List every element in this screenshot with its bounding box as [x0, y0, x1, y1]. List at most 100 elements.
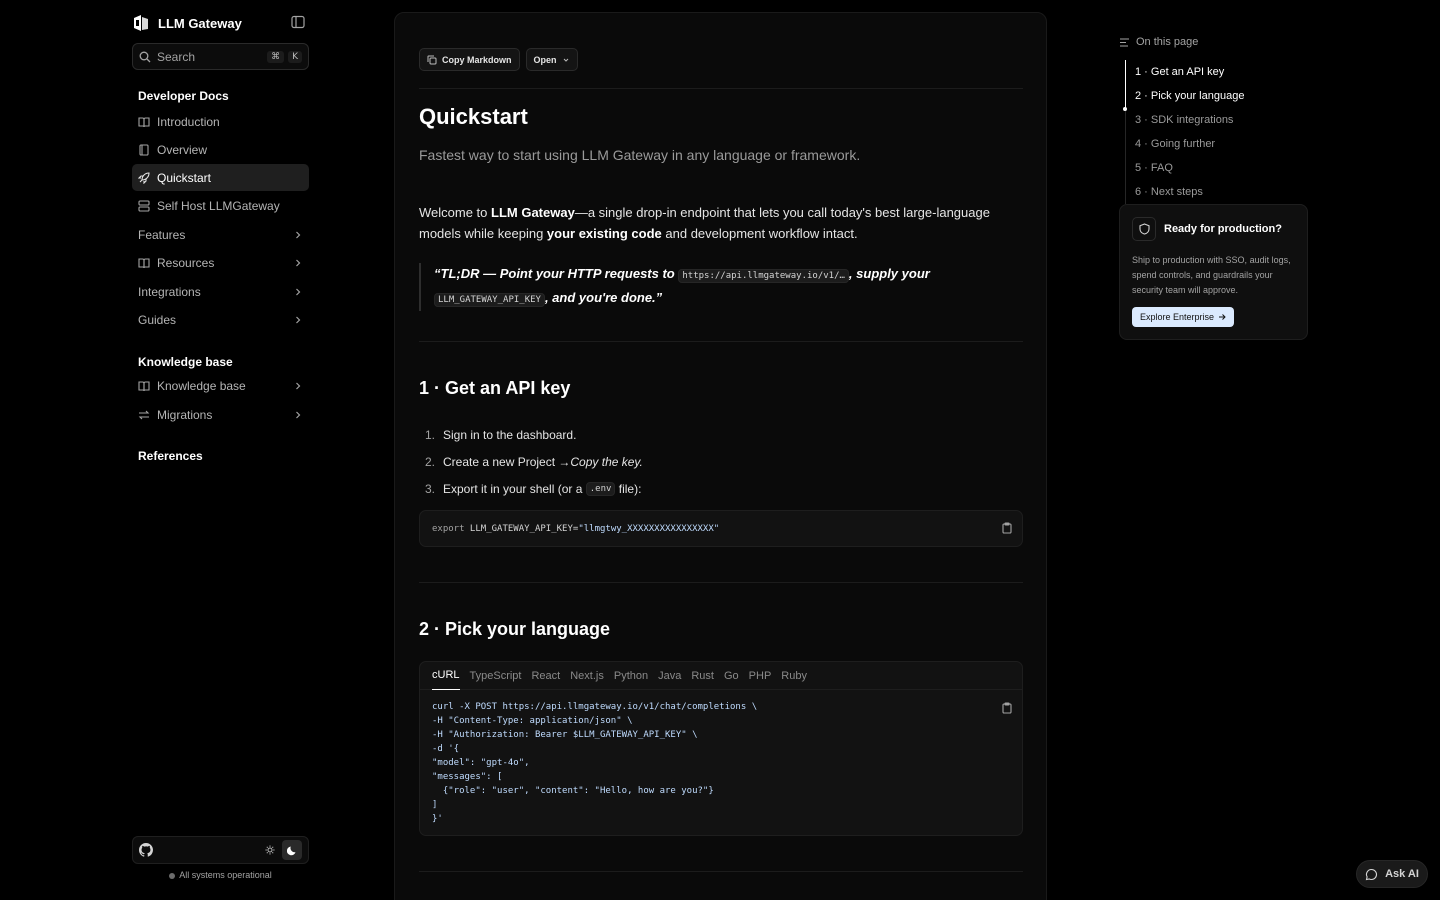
divider: [419, 341, 1023, 342]
sidebar-item-introduction[interactable]: Introduction: [132, 108, 309, 135]
step-number: 3.: [425, 481, 436, 496]
toc-item-pick-language[interactable]: 2 · Pick your language: [1126, 84, 1309, 108]
toc-item-sdk-integrations[interactable]: 3 · SDK integrations: [1126, 108, 1309, 132]
sidebar-item-label: Introduction: [157, 114, 220, 129]
sidebar-item-knowledge-base[interactable]: Knowledge base: [132, 372, 309, 399]
enterprise-title: Ready for production?: [1164, 223, 1282, 235]
step-number: 2.: [425, 454, 436, 469]
tab-python[interactable]: Python: [614, 662, 648, 690]
search-shortcut: ⌘ K: [267, 50, 302, 63]
divider: [419, 871, 1023, 872]
copy-markdown-button[interactable]: Copy Markdown: [419, 48, 520, 71]
enterprise-card-header: Ready for production?: [1132, 217, 1295, 241]
toc-item-api-key[interactable]: 1 · Get an API key: [1126, 60, 1309, 84]
quote-text: , supply your: [848, 266, 930, 281]
code-line: }': [432, 814, 443, 824]
inline-code-url: https://api.llmgateway.io/v1/…: [678, 269, 849, 283]
sidebar-item-features[interactable]: Features: [132, 221, 309, 248]
tldr-quote: “TL;DR — Point your HTTP requests to htt…: [419, 263, 1023, 311]
step-text: Create a new Project →: [443, 454, 571, 469]
code-line: "model": "gpt-4o",: [432, 758, 530, 768]
quote-text: “TL;DR — Point your HTTP requests to: [434, 266, 679, 281]
code-line: -H "Authorization: Bearer $LLM_GATEWAY_A…: [432, 730, 698, 740]
curl-code: curl -X POST https://api.llmgateway.io/v…: [420, 690, 1022, 836]
page-toolbar: Copy Markdown Open: [419, 48, 578, 71]
tab-go[interactable]: Go: [724, 662, 739, 690]
toc-item-faq[interactable]: 5 · FAQ: [1126, 156, 1309, 180]
tab-php[interactable]: PHP: [749, 662, 772, 690]
server-icon: [138, 199, 150, 212]
tab-rust[interactable]: Rust: [691, 662, 714, 690]
sidebar-item-quickstart[interactable]: Quickstart: [132, 164, 309, 191]
brand-name: LLM Gateway: [158, 15, 242, 31]
step-text: Sign in to the dashboard.: [443, 427, 577, 442]
sidebar-item-integrations[interactable]: Integrations: [132, 278, 309, 305]
sidebar-item-label: Quickstart: [157, 170, 212, 185]
book-icon: [138, 116, 150, 127]
list-item: 2. Create a new Project → Copy the key.: [419, 448, 643, 475]
status-text: All systems operational: [179, 870, 272, 880]
tab-java[interactable]: Java: [658, 662, 681, 690]
code-var: LLM_GATEWAY_API_KEY=: [464, 524, 579, 534]
sun-icon[interactable]: [260, 840, 280, 860]
toc-item-going-further[interactable]: 4 · Going further: [1126, 132, 1309, 156]
ask-ai-button[interactable]: Ask AI: [1356, 860, 1428, 888]
intro-bold: LLM Gateway: [491, 205, 575, 220]
clipboard-icon[interactable]: [1001, 702, 1013, 714]
heading-get-api-key: 1 · Get an API key: [419, 378, 571, 398]
explore-enterprise-button[interactable]: Explore Enterprise: [1132, 307, 1235, 327]
sidebar-item-label: Features: [138, 227, 186, 242]
sidebar-toggle-icon[interactable]: [291, 15, 305, 29]
tab-typescript[interactable]: TypeScript: [470, 662, 522, 690]
toc-heading-label: On this page: [1136, 36, 1199, 48]
enterprise-card: Ready for production? Ship to production…: [1119, 204, 1308, 340]
code-content: export LLM_GATEWAY_API_KEY="llmgtwy_XXXX…: [420, 511, 1022, 547]
heading-pick-language: 2 · Pick your language: [419, 619, 611, 639]
tab-ruby[interactable]: Ruby: [781, 662, 807, 690]
page-subtitle: Fastest way to start using LLM Gateway i…: [419, 147, 861, 163]
chevron-down-icon: [563, 58, 568, 62]
language-tabs: cURL TypeScript React Next.js Python Jav…: [420, 662, 1022, 690]
list-icon: [1120, 37, 1129, 47]
search-input[interactable]: Search ⌘ K: [132, 43, 309, 70]
intro-text: and development workflow intact.: [661, 226, 858, 241]
toc-active-dot: [1123, 107, 1127, 111]
sidebar-item-label: Self Host LLMGateway: [157, 198, 280, 213]
chevron-right-icon: [296, 231, 301, 238]
document-icon: [139, 143, 149, 156]
open-label: Open: [533, 54, 557, 65]
github-icon[interactable]: [139, 843, 153, 857]
intro-paragraph: Welcome to LLM Gateway—a single drop-in …: [419, 202, 1023, 244]
chevron-right-icon: [296, 288, 301, 295]
page-title: Quickstart: [419, 104, 528, 129]
tab-nextjs[interactable]: Next.js: [570, 662, 604, 690]
system-status[interactable]: All systems operational: [132, 870, 309, 880]
section-knowledge-base: Knowledge base: [138, 355, 233, 369]
clipboard-icon[interactable]: [1001, 522, 1013, 534]
sidebar-item-self-host[interactable]: Self Host LLMGateway: [132, 192, 309, 219]
sidebar-item-guides[interactable]: Guides: [132, 306, 309, 333]
brand[interactable]: LLM Gateway: [132, 14, 242, 32]
main-content: Copy Markdown Open Quickstart Fastest wa…: [394, 12, 1047, 900]
divider: [419, 88, 1023, 89]
intro-bold: your existing code: [546, 226, 662, 241]
code-line: "messages": [: [432, 772, 503, 782]
section-references[interactable]: References: [138, 449, 203, 463]
toc-item-next-steps[interactable]: 6 · Next steps: [1126, 180, 1309, 204]
arrows-icon: [138, 410, 150, 419]
sidebar-item-migrations[interactable]: Migrations: [132, 401, 309, 428]
divider: [419, 582, 1023, 583]
tab-curl[interactable]: cURL: [432, 662, 460, 690]
code-line: curl -X POST https://api.llmgateway.io/v…: [432, 702, 758, 712]
code-string: "llmgtwy_XXXXXXXXXXXXXXXX": [578, 524, 720, 534]
open-dropdown-button[interactable]: Open: [525, 48, 578, 71]
sidebar-item-label: Knowledge base: [157, 378, 246, 393]
sidebar-item-resources[interactable]: Resources: [132, 249, 309, 276]
code-line: {"role": "user", "content": "Hello, how …: [432, 786, 714, 796]
rocket-icon: [138, 171, 150, 184]
api-key-steps: 1. Sign in to the dashboard. 2. Create a n…: [419, 421, 643, 502]
toc-heading: On this page: [1119, 36, 1309, 48]
tab-react[interactable]: React: [531, 662, 560, 690]
sidebar-item-overview[interactable]: Overview: [132, 136, 309, 163]
moon-icon[interactable]: [282, 840, 302, 860]
